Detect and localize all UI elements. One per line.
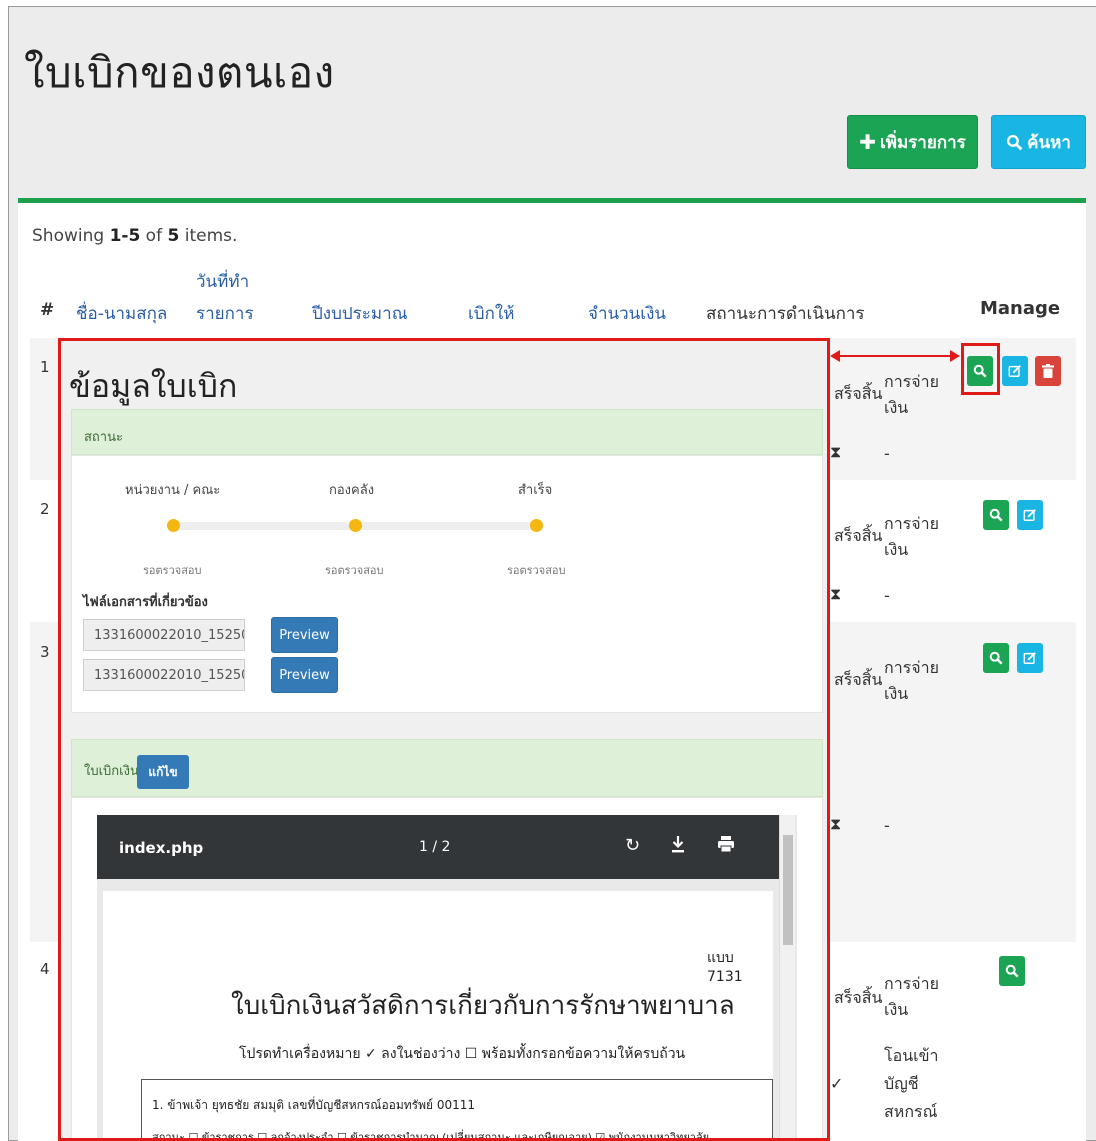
document-line: สถานะ ☐ ข้าราชการ ☐ ลูกจ้างประจำ ☐ ข้ารา… bbox=[152, 1131, 710, 1141]
row-number: 4 bbox=[40, 960, 50, 978]
rotate-icon[interactable]: ↻ bbox=[625, 835, 640, 856]
status-dash: - bbox=[884, 816, 890, 835]
plus-icon: ✚ bbox=[859, 130, 876, 154]
hourglass-icon: ⧗ bbox=[830, 584, 842, 603]
document-instruction: โปรดทำเครื่องหมาย ✓ ลงในช่องว่าง ☐ พร้อม… bbox=[239, 1046, 686, 1062]
search-label: ค้นหา bbox=[1027, 132, 1071, 153]
step-status: รอตรวจสอบ bbox=[143, 564, 202, 577]
column-header-amount[interactable]: จำนวนเงิน bbox=[588, 300, 666, 327]
status-payment: การจ่าย bbox=[884, 372, 939, 391]
view-button[interactable] bbox=[983, 643, 1009, 673]
invoice-header-label: ใบเบิกเงิน bbox=[84, 764, 139, 779]
arrow-head-right bbox=[950, 350, 960, 362]
document-form-box: 1. ข้าพเจ้า ยุทธชัย สมมุติ เลขที่บัญชีสห… bbox=[141, 1079, 773, 1141]
step-dot bbox=[530, 519, 543, 532]
status-header: สถานะ bbox=[71, 409, 823, 455]
modal-title: ข้อมูลใบเบิก bbox=[69, 367, 238, 405]
grid-summary: Showing 1-5 of 5 items. bbox=[32, 226, 238, 246]
add-item-button[interactable]: ✚ เพิ่มรายการ bbox=[847, 115, 978, 169]
edit-icon bbox=[1023, 509, 1036, 521]
edit-icon bbox=[1023, 652, 1036, 664]
files-label: ไฟล์เอกสารที่เกี่ยวข้อง bbox=[83, 595, 208, 610]
highlight-box bbox=[961, 343, 1000, 395]
pdf-filename: index.php bbox=[119, 839, 204, 857]
invoice-edit-button[interactable]: แก้ไข bbox=[137, 755, 189, 789]
step-dot bbox=[167, 519, 180, 532]
document-title: ใบเบิกเงินสวัสดิการเกี่ยวกับการรักษาพยาบ… bbox=[231, 991, 735, 1021]
form-code: แบบ 7131 bbox=[707, 950, 743, 985]
row-number: 3 bbox=[40, 643, 50, 661]
view-button[interactable] bbox=[983, 500, 1009, 530]
status-done: สร็จสิ้น bbox=[834, 988, 883, 1007]
pdf-toolbar: index.php 1 / 2 ↻ bbox=[97, 815, 779, 879]
file-name-field: 1331600022010_152507: bbox=[83, 619, 245, 651]
print-icon[interactable] bbox=[717, 835, 735, 858]
status-done: สร็จสิ้น bbox=[834, 384, 883, 403]
view-button[interactable] bbox=[999, 956, 1025, 986]
status-done: สร็จสิ้น bbox=[834, 526, 883, 545]
step-dot bbox=[349, 519, 362, 532]
column-header-pay-to[interactable]: เบิกให้ bbox=[468, 300, 514, 327]
column-header-item[interactable]: รายการ bbox=[196, 300, 254, 327]
pdf-viewer[interactable]: index.php 1 / 2 ↻ แบบ 7131 ใบเบิกเงินสวั… bbox=[97, 815, 797, 1141]
status-payment: การจ่าย bbox=[884, 974, 939, 993]
status-done: สร็จสิ้น bbox=[834, 670, 883, 689]
pdf-page-indicator: 1 / 2 bbox=[419, 839, 451, 855]
edit-icon bbox=[1008, 365, 1021, 377]
step-status: รอตรวจสอบ bbox=[325, 564, 384, 577]
status-payment: เงิน bbox=[884, 398, 909, 417]
search-button[interactable]: ค้นหา bbox=[991, 115, 1086, 169]
step-label: กองคลัง bbox=[329, 483, 375, 498]
status-payment: เงิน bbox=[884, 1000, 909, 1019]
trash-icon bbox=[1042, 364, 1054, 378]
status-transfer: โอนเข้า bbox=[884, 1046, 939, 1065]
arrow-head-left bbox=[830, 350, 840, 362]
hourglass-icon: ⧗ bbox=[830, 442, 842, 461]
pdf-scrollbar[interactable] bbox=[779, 815, 795, 1138]
check-icon: ✓ bbox=[830, 1074, 844, 1093]
magnifier-icon bbox=[1005, 964, 1019, 978]
column-header-manage: Manage bbox=[980, 298, 1061, 319]
edit-button[interactable] bbox=[1017, 500, 1043, 530]
pdf-page: แบบ 7131 ใบเบิกเงินสวัสดิการเกี่ยวกับการ… bbox=[103, 891, 773, 1141]
search-icon bbox=[1007, 134, 1023, 150]
add-item-label: เพิ่มรายการ bbox=[879, 132, 966, 153]
column-header-fiscal-year[interactable]: ปีงบประมาณ bbox=[312, 300, 407, 327]
hourglass-icon: ⧗ bbox=[830, 814, 842, 833]
status-dash: - bbox=[884, 444, 890, 463]
row-number: 2 bbox=[40, 500, 50, 518]
magnifier-icon bbox=[989, 508, 1003, 522]
magnifier-icon bbox=[989, 651, 1003, 665]
step-status: รอตรวจสอบ bbox=[507, 564, 566, 577]
step-label: สำเร็จ bbox=[518, 483, 553, 498]
column-header-status: สถานะการดำเนินการ bbox=[706, 304, 865, 324]
preview-button[interactable]: Preview bbox=[271, 657, 338, 693]
edit-button[interactable] bbox=[1017, 643, 1043, 673]
status-transfer: บัญชี bbox=[884, 1074, 919, 1093]
status-payment: การจ่าย bbox=[884, 514, 939, 533]
column-header-date[interactable]: วันที่ทำ bbox=[196, 268, 249, 295]
delete-button[interactable] bbox=[1035, 356, 1061, 386]
status-dash: - bbox=[884, 586, 890, 605]
status-transfer: สหกรณ์ bbox=[884, 1102, 938, 1121]
page-title: ใบเบิกของตนเอง bbox=[24, 48, 335, 97]
status-payment: เงิน bbox=[884, 540, 909, 559]
column-header-name[interactable]: ชื่อ-นามสกุล bbox=[76, 300, 167, 327]
document-line: 1. ข้าพเจ้า ยุทธชัย สมมุติ เลขที่บัญชีสห… bbox=[152, 1098, 476, 1112]
row-number: 1 bbox=[40, 358, 50, 376]
invoice-detail-modal: ข้อมูลใบเบิก สถานะ หน่วยงาน / คณะ กองคลั… bbox=[58, 338, 830, 1141]
preview-button[interactable]: Preview bbox=[271, 617, 338, 653]
annotation-arrow bbox=[834, 355, 958, 357]
edit-button[interactable] bbox=[1002, 356, 1028, 386]
step-label: หน่วยงาน / คณะ bbox=[125, 483, 221, 498]
status-payment: เงิน bbox=[884, 684, 909, 703]
download-icon[interactable] bbox=[671, 835, 685, 858]
status-payment: การจ่าย bbox=[884, 658, 939, 677]
file-name-field: 1331600022010_152507: bbox=[83, 659, 245, 691]
column-header-number: # bbox=[40, 300, 55, 320]
pdf-scroll-thumb[interactable] bbox=[783, 835, 793, 945]
